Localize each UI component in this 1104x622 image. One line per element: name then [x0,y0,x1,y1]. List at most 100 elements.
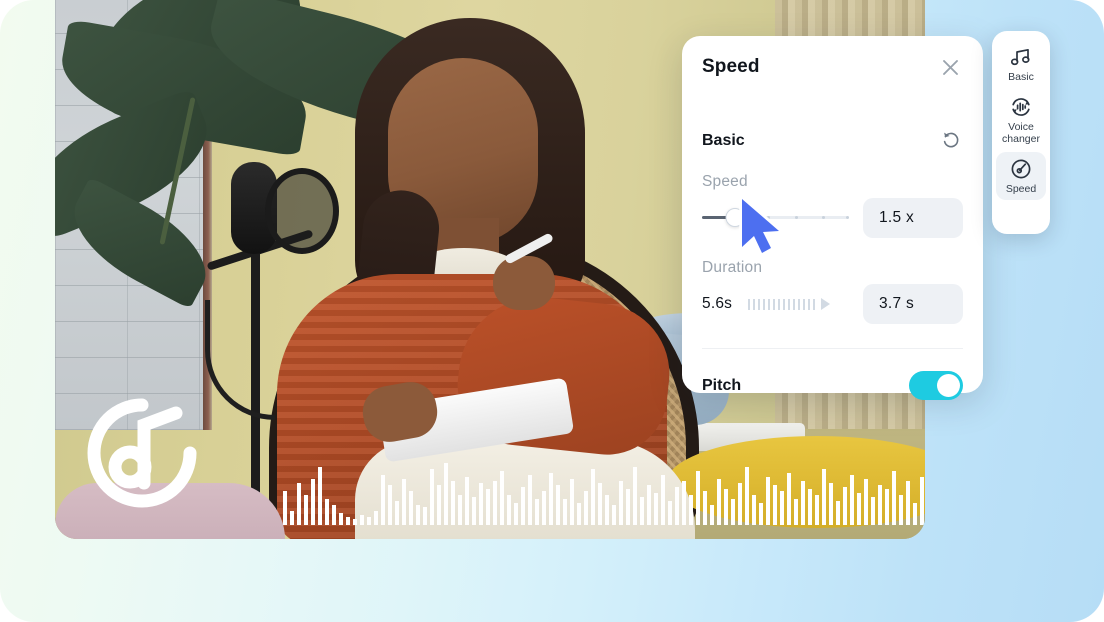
waveform-bar [493,481,497,525]
duration-tick-marks [748,297,849,311]
waveform-bar [822,469,826,525]
waveform-bar [668,501,672,525]
waveform-bar [745,467,749,525]
waveform-bar [598,483,602,525]
waveform-bar [801,481,805,525]
waveform-bar [913,503,917,525]
waveform-bar [381,475,385,525]
waveform-bar [724,489,728,525]
waveform-bar [857,493,861,525]
speed-slider[interactable] [702,205,849,231]
waveform-bar [836,501,840,525]
waveform-bar [717,479,721,525]
duration-tick [763,298,766,310]
duration-tick [778,298,781,310]
duration-tick [783,298,786,310]
waveform-bar [353,519,357,525]
waveform-bar [633,467,637,525]
waveform-bar [885,489,889,525]
waveform-bar [808,489,812,525]
waveform-bar [451,481,455,525]
waveform-bar [325,499,329,525]
duration-tick [798,298,801,310]
panel-divider [702,348,963,349]
waveform-bar [458,495,462,525]
audio-waveform[interactable] [283,447,924,525]
pitch-row: Pitch [702,371,963,400]
waveform-bar [465,477,469,525]
waveform-bar [626,489,630,525]
waveform-bar [339,513,343,525]
waveform-bar [318,467,322,525]
waveform-bar [297,483,301,525]
waveform-bar [640,497,644,525]
slider-handle[interactable] [725,208,745,227]
waveform-bar [605,495,609,525]
waveform-bar [906,481,910,525]
waveform-bar [752,495,756,525]
waveform-bar [423,507,427,525]
waveform-bar [304,495,308,525]
waveform-bar [283,491,287,525]
waveform-bar [388,485,392,525]
sidebar-item-speed[interactable]: Speed [996,152,1046,200]
waveform-bar [759,503,763,525]
waveform-bar [472,497,476,525]
panel-title: Speed [702,56,760,77]
waveform-bar [689,495,693,525]
waveform-bar [843,487,847,525]
sidebar-item-voice-changer[interactable]: Voice changer [996,90,1046,150]
pitch-label: Pitch [702,376,742,394]
music-note-icon [1011,46,1031,68]
waveform-bar [647,485,651,525]
waveform-bar [500,471,504,525]
reset-icon[interactable] [941,130,963,152]
section-title: Basic [702,132,745,149]
duration-field-label: Duration [702,259,763,276]
waveform-bar [521,487,525,525]
waveform-bar [528,475,532,525]
duration-tick [788,298,791,310]
waveform-bar [486,489,490,525]
waveform-bar [346,517,350,525]
waveform-bar [563,499,567,525]
waveform-bar [437,485,441,525]
waveform-bar [416,505,420,525]
duration-tick [773,298,776,310]
duration-tick [793,298,796,310]
waveform-bar [675,487,679,525]
waveform-bar [430,469,434,525]
sidebar-item-basic[interactable]: Basic [996,40,1046,88]
waveform-bar [682,481,686,525]
waveform-bar [773,485,777,525]
waveform-bar [892,471,896,525]
duration-tick [758,298,761,310]
waveform-bar [542,491,546,525]
duration-result-field[interactable]: 3.7 s [863,284,963,324]
play-arrow-icon [821,298,831,310]
duration-tick [753,298,756,310]
waveform-bar [444,463,448,525]
waveform-bar [864,479,868,525]
waveform-bar [731,499,735,525]
waveform-bar [570,479,574,525]
slider-tick [845,216,849,219]
waveform-bar [507,495,511,525]
person-hand [493,256,555,310]
duration-original-value: 5.6s [702,295,733,312]
speed-value-field[interactable]: 1.5 x [863,198,963,238]
waveform-bar [374,511,378,525]
music-circle-logo [84,395,200,511]
panel-header: Speed [702,36,963,98]
waveform-bar [829,483,833,525]
tool-sidebar: Basic Voice changer Speed [992,31,1050,234]
waveform-bar [402,479,406,525]
waveform-bar [794,499,798,525]
close-icon[interactable] [937,54,963,80]
waveform-bar [815,495,819,525]
waveform-bar [584,491,588,525]
waveform-bar [766,477,770,525]
pitch-toggle[interactable] [909,371,963,400]
voice-changer-icon [1010,96,1032,118]
waveform-bar [332,505,336,525]
